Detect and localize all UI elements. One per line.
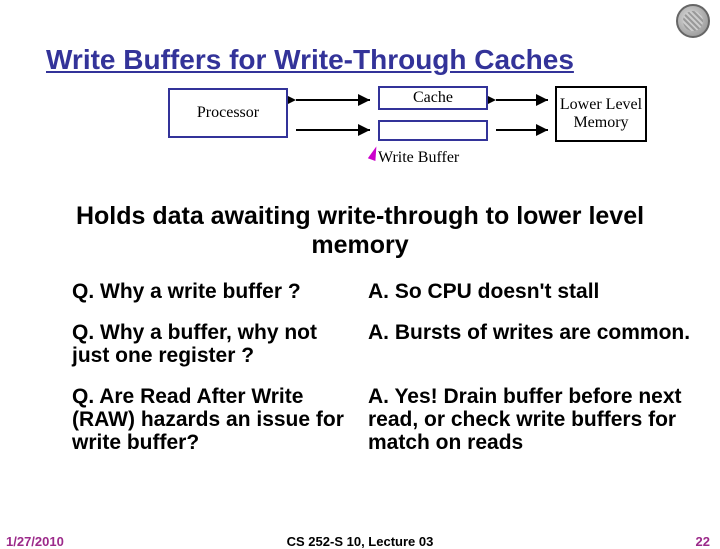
subtitle: Holds data awaiting write-through to low… (0, 202, 720, 260)
seal-icon (676, 4, 710, 38)
question: Q. Why a write buffer ? (72, 280, 352, 303)
qa-grid: Q. Why a write buffer ? A. So CPU doesn'… (0, 260, 720, 455)
memory-box: Lower Level Memory (555, 86, 647, 142)
diagram: Processor Cache Lower Level Memory Write… (0, 86, 720, 206)
cache-box: Cache (378, 86, 488, 110)
question: Q. Why a buffer, why not just one regist… (72, 321, 352, 367)
write-buffer-label: Write Buffer (378, 149, 459, 167)
question: Q. Are Read After Write (RAW) hazards an… (72, 385, 352, 454)
answer: A. So CPU doesn't stall (368, 280, 708, 303)
footer-course: CS 252-S 10, Lecture 03 (0, 534, 720, 549)
answer: A. Yes! Drain buffer before next read, o… (368, 385, 708, 454)
write-buffer-box (378, 120, 488, 141)
footer-page: 22 (696, 534, 710, 549)
slide-title: Write Buffers for Write-Through Caches (0, 0, 720, 76)
processor-box: Processor (168, 88, 288, 138)
answer: A. Bursts of writes are common. (368, 321, 708, 367)
